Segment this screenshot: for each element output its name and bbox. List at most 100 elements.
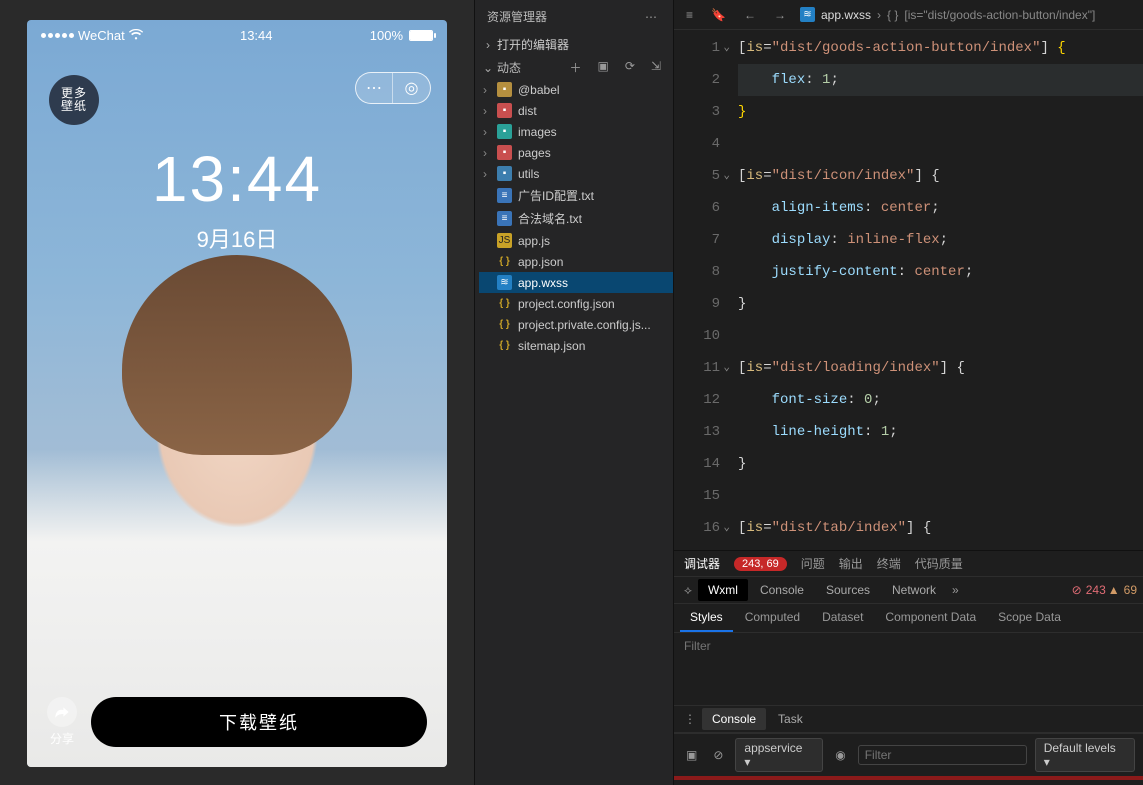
refresh-icon[interactable]: ⟳ xyxy=(621,59,639,76)
breadcrumb-filename[interactable]: app.wxss xyxy=(821,8,871,22)
tab-code-quality[interactable]: 代码质量 xyxy=(915,555,963,572)
code-line[interactable]: } xyxy=(738,288,1143,320)
tree-file[interactable]: JSapp.js xyxy=(479,230,673,251)
devtools-tab-sources[interactable]: Sources xyxy=(816,579,880,601)
explorer-more-icon[interactable]: ⋯ xyxy=(641,10,661,24)
tree-file[interactable]: ≡广告ID配置.txt xyxy=(479,184,673,207)
styles-subtab[interactable]: Computed xyxy=(735,604,810,632)
new-folder-icon[interactable]: ▣ xyxy=(594,59,613,76)
tree-file[interactable]: ≡合法域名.txt xyxy=(479,207,673,230)
inspect-icon[interactable]: ⟡ xyxy=(680,583,696,598)
console-error-row xyxy=(674,776,1143,780)
styles-filter-input[interactable] xyxy=(674,633,1143,659)
tree-folder[interactable]: ›▪images xyxy=(479,121,673,142)
capsule-more-button[interactable]: ⋯ xyxy=(356,73,393,103)
tab-output[interactable]: 输出 xyxy=(839,555,863,572)
styles-subtab[interactable]: Dataset xyxy=(812,604,873,632)
new-file-icon[interactable]: ＋ xyxy=(566,59,586,76)
wallpaper-image xyxy=(27,255,447,767)
drawer-tab-console[interactable]: Console xyxy=(702,708,766,730)
share-label: 分享 xyxy=(50,730,74,747)
battery-pct: 100% xyxy=(370,28,403,43)
context-select[interactable]: appservice ▾ xyxy=(735,738,823,772)
tab-debugger[interactable]: 调试器 xyxy=(684,555,720,572)
code-line[interactable] xyxy=(738,128,1143,160)
file-explorer: 资源管理器 ⋯ › 打开的编辑器 ⌄ 动态 ＋ ▣ ⟳ ⇲ ›▪@babel›▪… xyxy=(474,0,674,785)
drawer-menu-icon[interactable]: ⋮ xyxy=(680,712,700,726)
devtools-tab-network[interactable]: Network xyxy=(882,579,946,601)
warning-count[interactable]: ▲ 69 xyxy=(1108,583,1137,597)
workspace-root[interactable]: ⌄ 动态 ＋ ▣ ⟳ ⇲ xyxy=(475,56,673,79)
code-line[interactable] xyxy=(738,320,1143,352)
tab-terminal[interactable]: 终端 xyxy=(877,555,901,572)
code-line[interactable]: font-size: 0; xyxy=(738,384,1143,416)
tree-folder[interactable]: ›▪dist xyxy=(479,100,673,121)
tree-file[interactable]: { } project.config.json xyxy=(479,293,673,314)
tree-file[interactable]: { }app.json xyxy=(479,251,673,272)
code-line[interactable] xyxy=(738,480,1143,512)
breadcrumb-symbol[interactable]: [is="dist/goods-action-button/index"] xyxy=(904,8,1095,22)
styles-subtab[interactable]: Styles xyxy=(680,604,733,632)
code-line[interactable]: display: inline-flex; xyxy=(738,224,1143,256)
chevron-right-icon: › xyxy=(479,104,491,118)
simulator-panel: WeChat 13:44 100% ⋯ ◎ 更多 壁纸 13:44 9月16日 xyxy=(0,0,474,785)
code-line[interactable]: } xyxy=(738,448,1143,480)
eye-icon[interactable]: ◉ xyxy=(831,748,849,762)
tree-file[interactable]: ≋ app.wxss xyxy=(479,272,673,293)
folder-icon: ▪ xyxy=(497,145,512,160)
tree-item-label: @babel xyxy=(518,83,669,97)
explorer-title: 资源管理器 xyxy=(487,8,547,25)
code-line[interactable]: [is="dist/tab/index"] { xyxy=(738,512,1143,544)
bookmark-icon[interactable]: 🔖 xyxy=(707,8,730,22)
code-line[interactable]: line-height: 1; xyxy=(738,416,1143,448)
collapse-icon[interactable]: ⇲ xyxy=(647,59,665,76)
open-editors-section[interactable]: › 打开的编辑器 xyxy=(475,33,673,56)
tree-item-label: 合法域名.txt xyxy=(518,210,669,227)
error-count[interactable]: ⊘ 243 xyxy=(1072,583,1106,597)
tree-item-label: app.wxss xyxy=(518,276,669,290)
status-bar: WeChat 13:44 100% xyxy=(27,20,447,47)
log-levels-select[interactable]: Default levels ▾ xyxy=(1035,738,1135,772)
styles-subtab[interactable]: Scope Data xyxy=(988,604,1071,632)
drawer-tab-task[interactable]: Task xyxy=(768,708,813,730)
fold-icon[interactable]: ⌄ xyxy=(716,160,730,192)
tree-file[interactable]: { }sitemap.json xyxy=(479,335,673,356)
tab-problems[interactable]: 问题 xyxy=(801,555,825,572)
tree-item-label: app.js xyxy=(518,234,669,248)
tree-item-label: project.config.json xyxy=(518,297,669,311)
chevron-right-icon: › xyxy=(479,83,491,97)
code-line[interactable]: align-items: center; xyxy=(738,192,1143,224)
more-wallpaper-badge[interactable]: 更多 壁纸 xyxy=(49,75,99,125)
tree-file[interactable]: { }project.private.config.js... xyxy=(479,314,673,335)
code-line[interactable]: [is="dist/goods-action-button/index"] { xyxy=(738,32,1143,64)
code-line[interactable]: justify-content: center; xyxy=(738,256,1143,288)
console-clear-icon[interactable]: ⊘ xyxy=(709,748,727,762)
code-line[interactable]: [is="dist/loading/index"] { xyxy=(738,352,1143,384)
console-filter-input[interactable] xyxy=(858,745,1027,765)
devtools-tab-console[interactable]: Console xyxy=(750,579,814,601)
menu-icon[interactable]: ≡ xyxy=(682,8,697,22)
fold-icon[interactable]: ⌄ xyxy=(716,32,730,64)
fold-icon[interactable]: ⌄ xyxy=(716,352,730,384)
code-line[interactable]: flex: 1; xyxy=(738,64,1143,96)
fold-icon[interactable]: ⌄ xyxy=(716,512,730,544)
share-button[interactable]: 分享 xyxy=(47,697,77,747)
capsule-close-button[interactable]: ◎ xyxy=(393,73,430,103)
styles-subtab[interactable]: Component Data xyxy=(875,604,986,632)
json-file-icon: { } xyxy=(497,296,512,311)
css-file-icon: ≋ xyxy=(497,275,512,290)
code-line[interactable]: } xyxy=(738,96,1143,128)
console-play-icon[interactable]: ▣ xyxy=(682,748,701,762)
tree-item-label: pages xyxy=(518,146,669,160)
download-wallpaper-button[interactable]: 下载壁纸 xyxy=(91,697,427,747)
code-line[interactable]: [is="dist/icon/index"] { xyxy=(738,160,1143,192)
devtools-tab-wxml[interactable]: Wxml xyxy=(698,579,748,601)
nav-forward-icon[interactable]: → xyxy=(770,8,790,22)
tabs-overflow-icon[interactable]: » xyxy=(948,583,963,597)
nav-back-icon[interactable]: ← xyxy=(740,8,760,22)
tree-folder[interactable]: ›▪@babel xyxy=(479,79,673,100)
tree-folder[interactable]: ›▪utils xyxy=(479,163,673,184)
tree-folder[interactable]: ›▪pages xyxy=(479,142,673,163)
json-file-icon: { } xyxy=(497,254,512,269)
code-editor[interactable]: ⌄1234⌄5678910⌄1112131415⌄16 [is="dist/go… xyxy=(674,30,1143,550)
